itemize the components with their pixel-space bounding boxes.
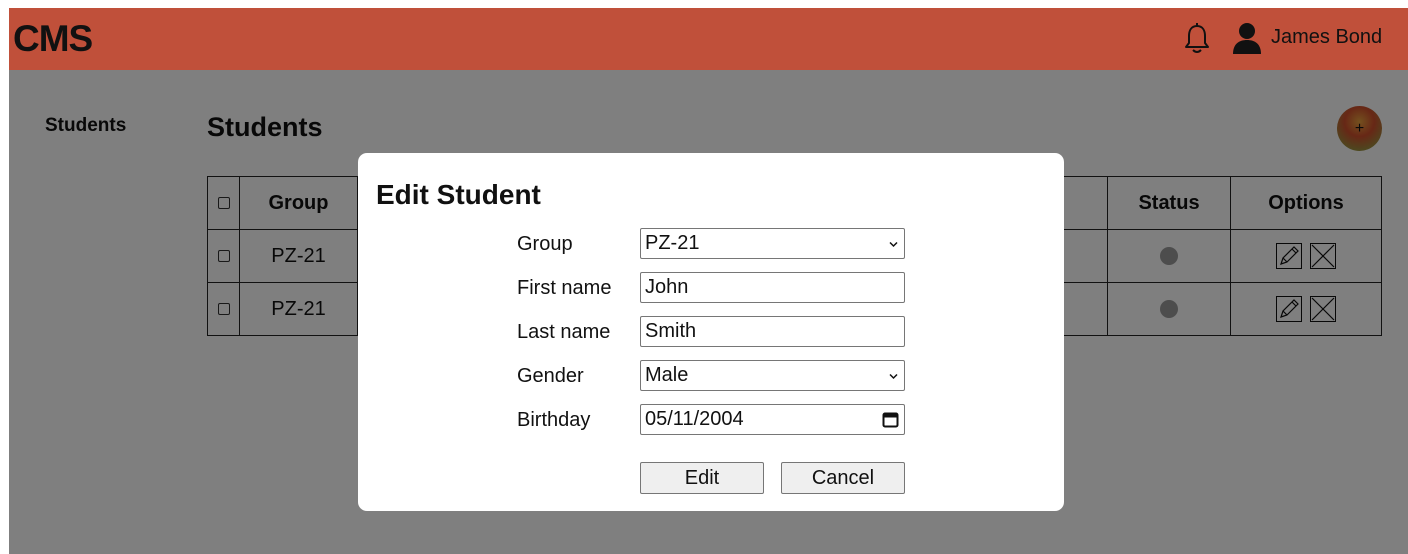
group-select[interactable]: PZ-21 — [640, 228, 905, 259]
app-frame: CMS James Bond Students Students + Group… — [9, 8, 1408, 554]
group-label: Group — [517, 233, 573, 255]
birthday-value: 05/11/2004 — [645, 408, 744, 430]
top-header: CMS James Bond — [9, 8, 1408, 70]
edit-student-modal: Edit Student Group PZ-21 First name John… — [358, 153, 1064, 511]
edit-button[interactable]: Edit — [640, 462, 764, 494]
bell-icon[interactable] — [1181, 22, 1213, 56]
birthday-date-field[interactable]: 05/11/2004 — [640, 404, 905, 435]
birthday-label: Birthday — [517, 409, 591, 431]
last-name-label: Last name — [517, 321, 611, 343]
group-select-value: PZ-21 — [645, 232, 700, 254]
first-name-label: First name — [517, 277, 612, 299]
user-name[interactable]: James Bond — [1271, 26, 1382, 49]
gender-select[interactable]: Male — [640, 360, 905, 391]
gender-label: Gender — [517, 365, 584, 387]
chevron-down-icon — [889, 241, 898, 248]
last-name-field[interactable]: Smith — [640, 316, 905, 347]
gender-select-value: Male — [645, 364, 689, 386]
app-logo[interactable]: CMS — [13, 18, 93, 60]
modal-title: Edit Student — [376, 179, 541, 210]
calendar-icon[interactable] — [882, 411, 899, 428]
user-icon[interactable] — [1231, 21, 1263, 55]
cancel-button[interactable]: Cancel — [781, 462, 905, 494]
chevron-down-icon — [889, 373, 898, 380]
first-name-field[interactable]: John — [640, 272, 905, 303]
